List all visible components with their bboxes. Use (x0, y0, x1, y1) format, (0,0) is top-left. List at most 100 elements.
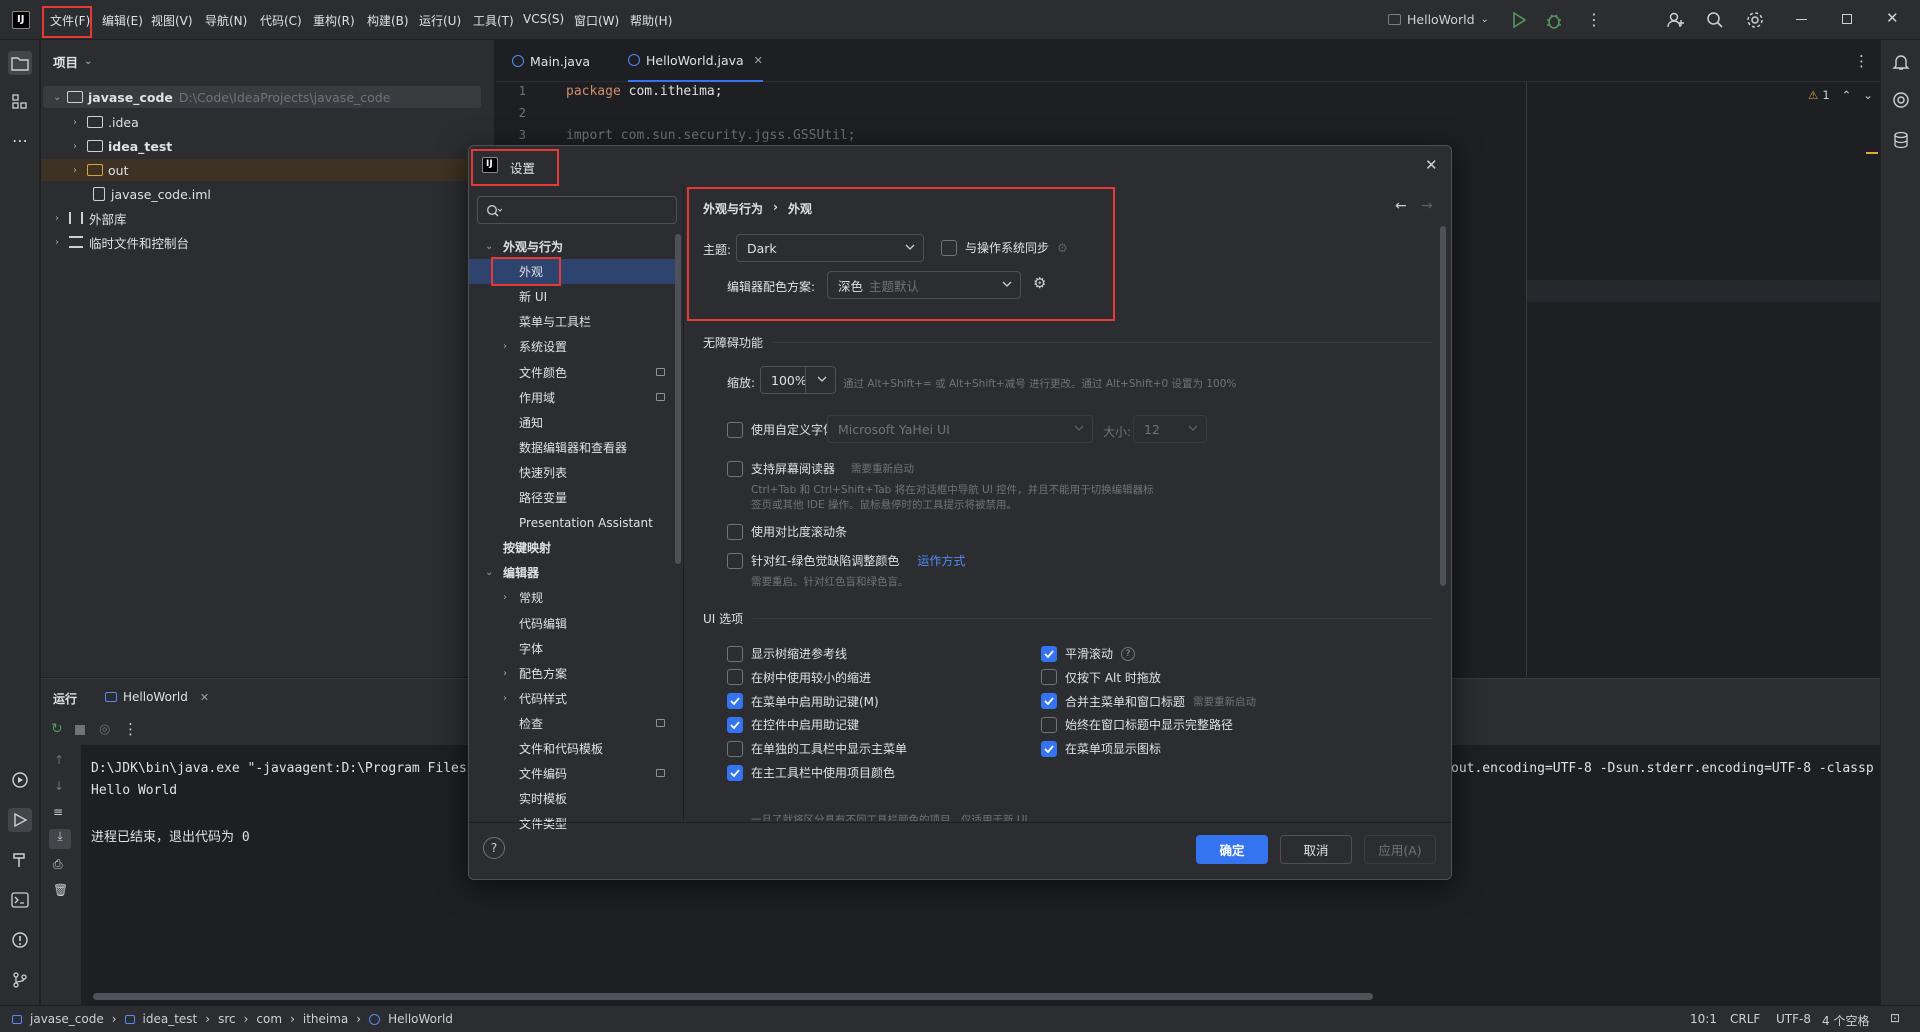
nav-item[interactable]: 代码编辑 (469, 611, 677, 636)
color-deficiency-checkbox[interactable] (727, 552, 743, 569)
structure-icon[interactable] (8, 90, 32, 114)
custom-font-checkbox[interactable] (727, 421, 743, 438)
nav-item[interactable]: 数据编辑器和查看器 (469, 435, 677, 460)
scroll-to-end-icon[interactable]: ⤓ (49, 829, 71, 849)
line-separator[interactable]: CRLF (1730, 1012, 1760, 1026)
tab-options-icon[interactable]: ⋮ (1854, 52, 1869, 70)
add-user-icon[interactable] (1667, 11, 1685, 29)
nav-item[interactable]: 新 UI (469, 284, 677, 309)
nav-item[interactable]: 实时模板 (469, 786, 677, 811)
ai-assistant-icon[interactable] (1889, 88, 1913, 112)
help-button[interactable]: ? (483, 837, 505, 859)
nav-item[interactable]: ⌄ 编辑器 (469, 560, 677, 585)
ui-option[interactable]: 在树中使用较小的缩进 (727, 669, 871, 686)
caret-position[interactable]: 10:1 (1690, 1012, 1717, 1026)
print-icon[interactable]: ⎙ (53, 857, 63, 872)
app-logo-icon[interactable]: IJ (12, 11, 30, 29)
breadcrumb-item[interactable]: com (256, 1012, 282, 1026)
menu-build[interactable]: 构建(B) (367, 12, 409, 29)
tree-item-iml[interactable]: javase_code.iml (93, 183, 211, 205)
stop-icon[interactable] (75, 725, 85, 735)
more-tools-icon[interactable]: ⋯ (8, 128, 32, 152)
help-icon[interactable]: ? (1121, 646, 1136, 661)
inspection-widget[interactable]: ⚠ 1 ⌃ ⌄ (1808, 88, 1873, 102)
nav-item[interactable]: › 系统设置 (469, 334, 677, 359)
ui-option[interactable]: 在单独的工具栏中显示主菜单 (727, 740, 907, 757)
ui-option[interactable]: 仅按下 Alt 时拖放 (1041, 669, 1161, 686)
sync-settings-gear-icon[interactable]: ⚙ (1057, 241, 1068, 255)
services-icon[interactable] (8, 768, 32, 792)
theme-select[interactable]: Dark (736, 234, 924, 262)
ui-option[interactable]: 在菜单中启用助记键(M) (727, 693, 879, 710)
ui-option[interactable]: 在控件中启用助记键 (727, 716, 859, 733)
breadcrumb-parent[interactable]: 外观与行为 (703, 200, 763, 217)
sync-os-option[interactable]: 与操作系统同步 ⚙ (941, 239, 1068, 256)
project-panel-header[interactable]: 项目 ⌄ (53, 52, 92, 71)
ui-option[interactable]: 合并主菜单和窗口标题 需要重新启动 (1041, 693, 1256, 710)
screen-reader-option[interactable]: 支持屏幕阅读器 需要重新启动 (727, 460, 914, 477)
trash-icon[interactable]: 🗑 (53, 883, 68, 897)
close-icon[interactable]: ✕ (1425, 156, 1438, 174)
nav-item[interactable]: 外观 (469, 259, 677, 285)
breadcrumb-item[interactable]: idea_test (143, 1012, 198, 1026)
nav-scrollbar[interactable] (675, 234, 681, 564)
nav-item[interactable]: › 常规 (469, 585, 677, 610)
notifications-bell-icon[interactable] (1889, 50, 1913, 74)
content-scrollbar[interactable] (1440, 226, 1446, 586)
minimize-icon[interactable] (1796, 19, 1807, 20)
tree-item-idea-test[interactable]: › idea_test (73, 135, 172, 157)
nav-item[interactable]: 按键映射 (469, 535, 677, 560)
ok-button[interactable]: 确定 (1196, 835, 1268, 864)
scroll-down-icon[interactable]: ↓ (54, 779, 64, 793)
nav-item[interactable]: 文件颜色 (469, 360, 677, 385)
color-deficiency-option[interactable]: 针对红-绿色觉缺陷调整颜色 运作方式 (727, 552, 965, 569)
soft-wrap-icon[interactable]: ≡ (53, 805, 63, 819)
tree-item-idea[interactable]: › .idea (73, 111, 139, 133)
how-it-works-link[interactable]: 运作方式 (917, 552, 965, 569)
menu-window[interactable]: 窗口(W) (574, 12, 619, 29)
restore-icon[interactable] (1842, 14, 1852, 24)
font-select[interactable]: Microsoft YaHei UI (827, 415, 1093, 443)
file-encoding[interactable]: UTF-8 (1776, 1012, 1811, 1026)
chevron-down-icon[interactable]: ⌄ (1863, 88, 1873, 102)
ui-option-checkbox[interactable] (727, 764, 743, 781)
ui-option-checkbox[interactable] (727, 716, 743, 733)
nav-item[interactable]: › 代码样式 (469, 686, 677, 711)
run-icon[interactable] (1512, 12, 1526, 28)
back-arrow-icon[interactable]: ← (1395, 198, 1407, 214)
nav-item[interactable]: 通知 (469, 410, 677, 435)
nav-item[interactable]: 检查 (469, 711, 677, 736)
nav-item[interactable]: 文件和代码模板 (469, 736, 677, 761)
menu-run[interactable]: 运行(U) (419, 12, 461, 29)
ui-option-checkbox[interactable] (1041, 645, 1057, 662)
rerun-icon[interactable]: ↻ (51, 721, 63, 737)
git-branch-icon[interactable] (8, 968, 32, 992)
code-line-3[interactable]: import com.sun.security.jgss.GSSUtil; (566, 128, 856, 143)
cancel-button[interactable]: 取消 (1280, 835, 1352, 864)
nav-item[interactable]: ⌄ 外观与行为 (469, 234, 677, 259)
scheme-select[interactable]: 深色 主题默认 (827, 271, 1021, 299)
ui-option-checkbox[interactable] (727, 740, 743, 757)
menu-file[interactable]: 文件(F) (50, 12, 90, 29)
database-icon[interactable] (1889, 128, 1913, 152)
chevron-up-icon[interactable]: ⌃ (1842, 88, 1852, 102)
nav-item[interactable]: 路径变量 (469, 485, 677, 510)
menu-refactor[interactable]: 重构(R) (313, 12, 355, 29)
contrast-scrollbars-option[interactable]: 使用对比度滚动条 (727, 523, 847, 540)
ui-option[interactable]: 平滑滚动? (1041, 645, 1136, 662)
breadcrumb-item[interactable]: HelloWorld (388, 1012, 453, 1026)
ui-option-checkbox[interactable] (1041, 693, 1057, 710)
tab-main-java[interactable]: Main.java (512, 40, 590, 82)
nav-item[interactable]: 字体 (469, 636, 677, 661)
ui-option[interactable]: 始终在窗口标题中显示完整路径 (1041, 716, 1233, 733)
screen-reader-checkbox[interactable] (727, 460, 743, 477)
camera-icon[interactable]: ◎ (99, 722, 110, 737)
scroll-up-icon[interactable]: ↑ (54, 753, 64, 767)
more-actions-icon[interactable]: ⋮ (1586, 10, 1602, 29)
terminal-icon[interactable] (8, 888, 32, 912)
menu-edit[interactable]: 编辑(E) (102, 12, 143, 29)
readonly-lock-icon[interactable]: ⊡ (1890, 1011, 1900, 1025)
menu-vcs[interactable]: VCS(S) (523, 12, 564, 26)
breadcrumb-item[interactable]: src (218, 1012, 236, 1026)
indent-setting[interactable]: 4 个空格 (1822, 1012, 1869, 1029)
